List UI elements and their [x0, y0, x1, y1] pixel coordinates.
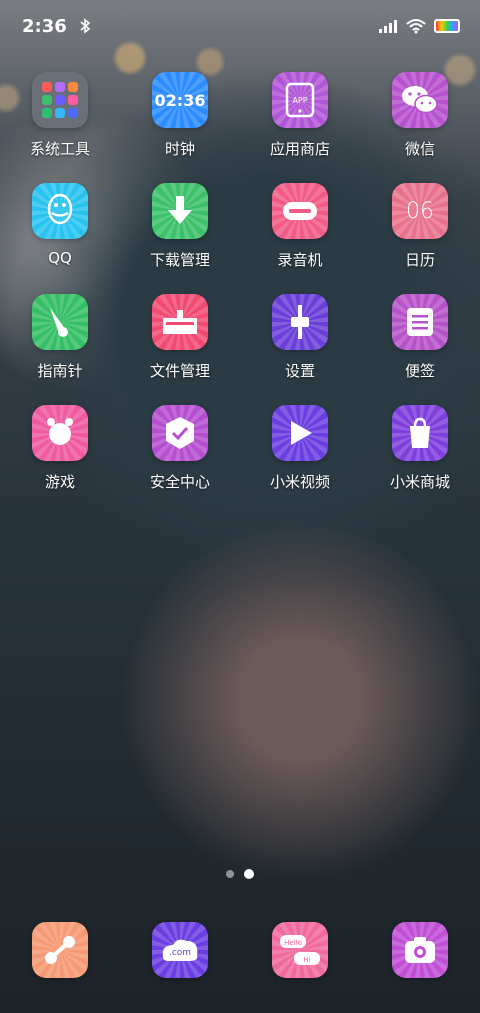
app-download-arrow[interactable]: 下载管理: [120, 183, 240, 270]
bluetooth-icon: [80, 18, 91, 34]
security-shield-icon[interactable]: [152, 405, 208, 461]
app-security-shield[interactable]: 安全中心: [120, 405, 240, 492]
app-clock[interactable]: 02:36 时钟: [120, 72, 240, 159]
app-label: 应用商店: [269, 140, 330, 158]
app-calendar[interactable]: 06 日历: [360, 183, 480, 270]
clock-icon[interactable]: 02:36: [152, 72, 208, 128]
app-label: 下载管理: [149, 251, 210, 269]
app-recorder[interactable]: 录音机: [240, 183, 360, 270]
icon-badge-text: .com: [169, 948, 191, 958]
video-play-icon[interactable]: [272, 405, 328, 461]
dock-share[interactable]: [0, 922, 120, 978]
page-dot[interactable]: [226, 870, 234, 878]
signal-icon: [379, 20, 397, 33]
app-label: QQ: [48, 249, 72, 267]
icon-text: 02:36: [154, 90, 206, 110]
app-settings-slider[interactable]: 设置: [240, 294, 360, 381]
app-label: 日历: [404, 251, 435, 269]
calendar-icon[interactable]: 06: [392, 183, 448, 239]
download-arrow-icon[interactable]: [152, 183, 208, 239]
app-label: 录音机: [277, 251, 323, 269]
app-label: 安全中心: [149, 473, 210, 491]
recorder-icon[interactable]: [272, 183, 328, 239]
app-game[interactable]: 游戏: [0, 405, 120, 492]
app-grid: 系统工具 02:36 时钟 APP 应用商店 微信 QQ 下载管理 录音机 06 日历指南针 文…: [0, 72, 480, 492]
dock-browser[interactable]: .com: [120, 922, 240, 978]
dock: .com Hello Hi: [0, 922, 480, 978]
app-store-icon[interactable]: APP: [272, 72, 328, 128]
qq-penguin-icon[interactable]: [32, 183, 88, 239]
icon-text: 06: [406, 198, 434, 224]
bubble-text: Hello: [284, 939, 302, 947]
status-bar: 2:36: [0, 0, 480, 52]
app-label: 便签: [404, 362, 435, 380]
app-label: 时钟: [164, 140, 195, 158]
dock-messages[interactable]: Hello Hi: [240, 922, 360, 978]
page-indicator: [0, 869, 480, 879]
page-dot-active[interactable]: [244, 869, 254, 879]
battery-icon: [434, 19, 460, 33]
settings-slider-icon[interactable]: [272, 294, 328, 350]
app-label: 小米视频: [269, 473, 330, 491]
camera-icon[interactable]: [392, 922, 448, 978]
app-label: 小米商城: [389, 473, 450, 491]
wechat-icon[interactable]: [392, 72, 448, 128]
file-manager-icon[interactable]: [152, 294, 208, 350]
share-icon[interactable]: [32, 922, 88, 978]
bubble-text: Hi: [303, 956, 310, 964]
app-video-play[interactable]: 小米视频: [240, 405, 360, 492]
system-tools-folder-icon[interactable]: [32, 72, 88, 128]
game-icon[interactable]: [32, 405, 88, 461]
app-system-tools-folder[interactable]: 系统工具: [0, 72, 120, 159]
app-qq-penguin[interactable]: QQ: [0, 183, 120, 270]
compass-icon[interactable]: [32, 294, 88, 350]
icon-badge-text: APP: [292, 96, 307, 105]
app-label: 系统工具: [29, 140, 90, 158]
dock-camera[interactable]: [360, 922, 480, 978]
browser-icon[interactable]: .com: [152, 922, 208, 978]
app-notes[interactable]: 便签: [360, 294, 480, 381]
app-label: 微信: [404, 140, 435, 158]
app-label: 设置: [284, 362, 315, 380]
app-label: 指南针: [37, 362, 83, 380]
app-wechat[interactable]: 微信: [360, 72, 480, 159]
app-label: 文件管理: [149, 362, 210, 380]
app-label: 游戏: [44, 473, 75, 491]
app-app-store[interactable]: APP 应用商店: [240, 72, 360, 159]
app-shopping-bag[interactable]: 小米商城: [360, 405, 480, 492]
app-file-manager[interactable]: 文件管理: [120, 294, 240, 381]
shopping-bag-icon[interactable]: [392, 405, 448, 461]
notes-icon[interactable]: [392, 294, 448, 350]
wifi-icon: [406, 19, 426, 34]
status-time: 2:36: [22, 15, 67, 37]
messages-icon[interactable]: Hello Hi: [272, 922, 328, 978]
app-compass[interactable]: 指南针: [0, 294, 120, 381]
